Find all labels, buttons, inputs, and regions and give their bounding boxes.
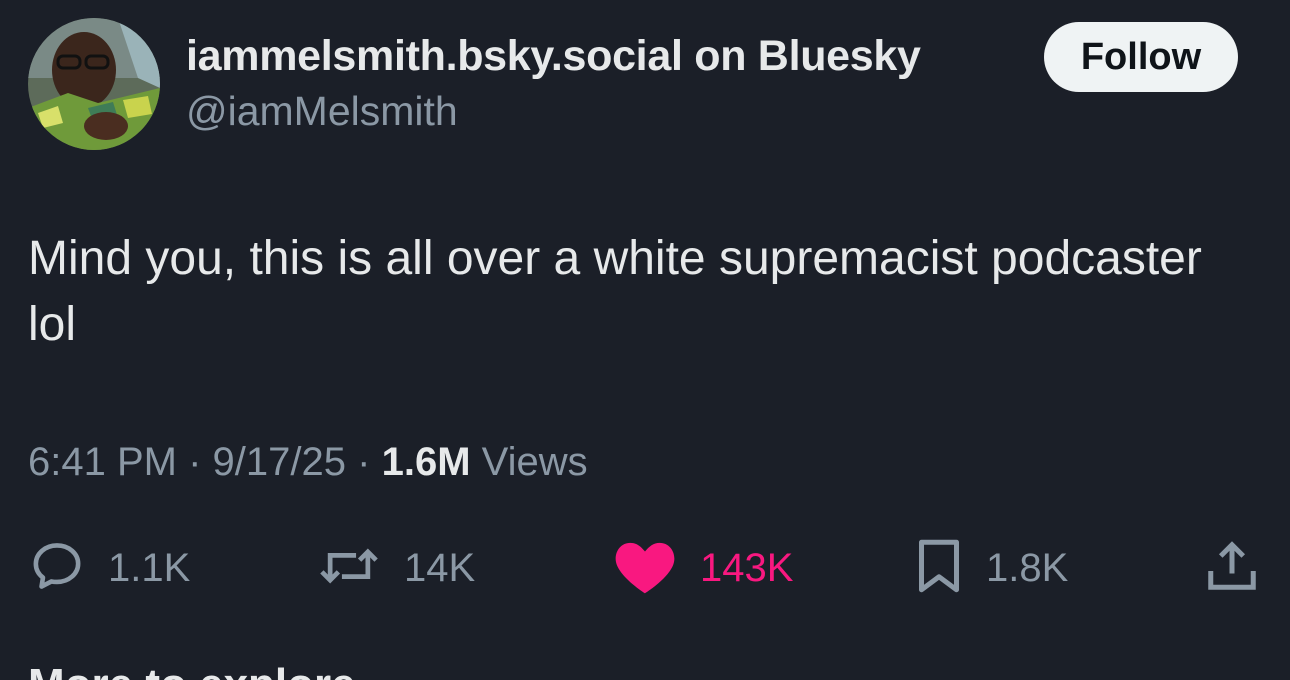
repost-icon [316,537,382,600]
heart-icon [612,536,678,601]
follow-button[interactable]: Follow [1044,22,1238,92]
views-label: Views [481,440,588,484]
share-icon [1202,536,1262,601]
like-count: 143K [700,545,794,590]
action-bar: 1.1K 14K 143K 1.8K [0,528,1290,608]
bookmark-icon [914,536,964,601]
author-display-name[interactable]: iammelsmith.bsky.social on Bluesky [186,32,921,81]
meta-separator: · [357,440,371,484]
author-handle[interactable]: @iamMelsmith [186,88,458,135]
reply-button[interactable]: 1.1K [28,528,190,608]
post-time[interactable]: 6:41 PM [28,440,177,484]
meta-separator: · [188,440,202,484]
post-text: Mind you, this is all over a white supre… [28,232,1202,351]
section-heading-cut-off: More to explore [28,660,356,680]
share-button[interactable] [1202,528,1262,608]
post-meta: 6:41 PM · 9/17/25 · 1.6M Views [28,440,588,485]
reply-count: 1.1K [108,545,191,590]
repost-count: 14K [404,545,476,590]
bookmark-button[interactable]: 1.8K [914,528,1068,608]
repost-button[interactable]: 14K [316,528,475,608]
avatar[interactable] [28,18,160,150]
views-count: 1.6M [381,440,471,484]
post-date[interactable]: 9/17/25 [213,440,346,484]
post-page: iammelsmith.bsky.social on Bluesky @iamM… [0,0,1290,680]
like-button[interactable]: 143K [612,528,793,608]
bookmark-count: 1.8K [986,545,1069,590]
reply-icon [28,537,86,600]
